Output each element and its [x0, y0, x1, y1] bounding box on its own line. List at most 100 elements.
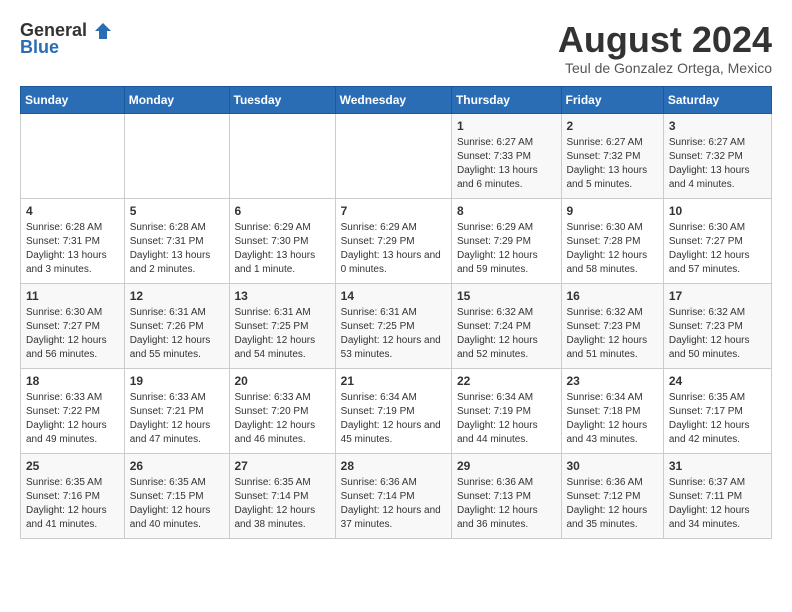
calendar-cell	[21, 113, 125, 198]
calendar-cell: 18Sunrise: 6:33 AM Sunset: 7:22 PM Dayli…	[21, 368, 125, 453]
day-info: Sunrise: 6:27 AM Sunset: 7:32 PM Dayligh…	[567, 136, 658, 192]
day-info: Sunrise: 6:29 AM Sunset: 7:29 PM Dayligh…	[457, 221, 556, 277]
calendar-week-3: 11Sunrise: 6:30 AM Sunset: 7:27 PM Dayli…	[21, 283, 772, 368]
calendar-cell: 28Sunrise: 6:36 AM Sunset: 7:14 PM Dayli…	[335, 453, 451, 538]
day-info: Sunrise: 6:33 AM Sunset: 7:21 PM Dayligh…	[130, 391, 224, 447]
calendar-cell: 20Sunrise: 6:33 AM Sunset: 7:20 PM Dayli…	[229, 368, 335, 453]
calendar-cell: 19Sunrise: 6:33 AM Sunset: 7:21 PM Dayli…	[124, 368, 229, 453]
calendar-week-2: 4Sunrise: 6:28 AM Sunset: 7:31 PM Daylig…	[21, 198, 772, 283]
calendar-cell: 3Sunrise: 6:27 AM Sunset: 7:32 PM Daylig…	[663, 113, 771, 198]
day-number: 28	[341, 458, 446, 475]
day-number: 9	[567, 203, 658, 220]
calendar-cell: 22Sunrise: 6:34 AM Sunset: 7:19 PM Dayli…	[451, 368, 561, 453]
day-number: 25	[26, 458, 119, 475]
day-number: 14	[341, 288, 446, 305]
day-info: Sunrise: 6:32 AM Sunset: 7:23 PM Dayligh…	[567, 306, 658, 362]
day-number: 29	[457, 458, 556, 475]
day-info: Sunrise: 6:29 AM Sunset: 7:29 PM Dayligh…	[341, 221, 446, 277]
calendar-cell: 23Sunrise: 6:34 AM Sunset: 7:18 PM Dayli…	[561, 368, 663, 453]
month-title: August 2024	[558, 20, 772, 60]
day-info: Sunrise: 6:27 AM Sunset: 7:32 PM Dayligh…	[669, 136, 766, 192]
col-saturday: Saturday	[663, 86, 771, 113]
day-number: 11	[26, 288, 119, 305]
calendar-cell: 16Sunrise: 6:32 AM Sunset: 7:23 PM Dayli…	[561, 283, 663, 368]
calendar-cell: 15Sunrise: 6:32 AM Sunset: 7:24 PM Dayli…	[451, 283, 561, 368]
calendar-cell: 8Sunrise: 6:29 AM Sunset: 7:29 PM Daylig…	[451, 198, 561, 283]
day-info: Sunrise: 6:35 AM Sunset: 7:14 PM Dayligh…	[235, 476, 330, 532]
day-number: 27	[235, 458, 330, 475]
day-info: Sunrise: 6:27 AM Sunset: 7:33 PM Dayligh…	[457, 136, 556, 192]
day-info: Sunrise: 6:34 AM Sunset: 7:18 PM Dayligh…	[567, 391, 658, 447]
day-info: Sunrise: 6:32 AM Sunset: 7:23 PM Dayligh…	[669, 306, 766, 362]
day-info: Sunrise: 6:31 AM Sunset: 7:25 PM Dayligh…	[341, 306, 446, 362]
day-info: Sunrise: 6:28 AM Sunset: 7:31 PM Dayligh…	[26, 221, 119, 277]
day-info: Sunrise: 6:29 AM Sunset: 7:30 PM Dayligh…	[235, 221, 330, 277]
calendar-cell: 30Sunrise: 6:36 AM Sunset: 7:12 PM Dayli…	[561, 453, 663, 538]
calendar-cell: 17Sunrise: 6:32 AM Sunset: 7:23 PM Dayli…	[663, 283, 771, 368]
day-number: 1	[457, 118, 556, 135]
calendar-week-5: 25Sunrise: 6:35 AM Sunset: 7:16 PM Dayli…	[21, 453, 772, 538]
calendar-cell: 11Sunrise: 6:30 AM Sunset: 7:27 PM Dayli…	[21, 283, 125, 368]
calendar-cell: 6Sunrise: 6:29 AM Sunset: 7:30 PM Daylig…	[229, 198, 335, 283]
day-info: Sunrise: 6:34 AM Sunset: 7:19 PM Dayligh…	[341, 391, 446, 447]
day-info: Sunrise: 6:30 AM Sunset: 7:27 PM Dayligh…	[669, 221, 766, 277]
day-number: 26	[130, 458, 224, 475]
calendar-cell: 27Sunrise: 6:35 AM Sunset: 7:14 PM Dayli…	[229, 453, 335, 538]
day-info: Sunrise: 6:35 AM Sunset: 7:16 PM Dayligh…	[26, 476, 119, 532]
day-number: 15	[457, 288, 556, 305]
day-number: 23	[567, 373, 658, 390]
day-info: Sunrise: 6:36 AM Sunset: 7:13 PM Dayligh…	[457, 476, 556, 532]
day-info: Sunrise: 6:37 AM Sunset: 7:11 PM Dayligh…	[669, 476, 766, 532]
day-number: 4	[26, 203, 119, 220]
day-number: 8	[457, 203, 556, 220]
col-thursday: Thursday	[451, 86, 561, 113]
col-wednesday: Wednesday	[335, 86, 451, 113]
day-number: 17	[669, 288, 766, 305]
calendar-cell: 26Sunrise: 6:35 AM Sunset: 7:15 PM Dayli…	[124, 453, 229, 538]
calendar-week-1: 1Sunrise: 6:27 AM Sunset: 7:33 PM Daylig…	[21, 113, 772, 198]
title-section: August 2024 Teul de Gonzalez Ortega, Mex…	[558, 20, 772, 76]
day-info: Sunrise: 6:30 AM Sunset: 7:28 PM Dayligh…	[567, 221, 658, 277]
calendar-cell: 14Sunrise: 6:31 AM Sunset: 7:25 PM Dayli…	[335, 283, 451, 368]
day-number: 3	[669, 118, 766, 135]
day-info: Sunrise: 6:32 AM Sunset: 7:24 PM Dayligh…	[457, 306, 556, 362]
col-monday: Monday	[124, 86, 229, 113]
calendar-cell: 12Sunrise: 6:31 AM Sunset: 7:26 PM Dayli…	[124, 283, 229, 368]
day-number: 7	[341, 203, 446, 220]
calendar-cell: 13Sunrise: 6:31 AM Sunset: 7:25 PM Dayli…	[229, 283, 335, 368]
day-info: Sunrise: 6:33 AM Sunset: 7:20 PM Dayligh…	[235, 391, 330, 447]
logo-icon	[93, 21, 113, 41]
day-number: 2	[567, 118, 658, 135]
calendar-week-4: 18Sunrise: 6:33 AM Sunset: 7:22 PM Dayli…	[21, 368, 772, 453]
day-info: Sunrise: 6:31 AM Sunset: 7:25 PM Dayligh…	[235, 306, 330, 362]
day-info: Sunrise: 6:28 AM Sunset: 7:31 PM Dayligh…	[130, 221, 224, 277]
day-number: 20	[235, 373, 330, 390]
calendar-cell: 4Sunrise: 6:28 AM Sunset: 7:31 PM Daylig…	[21, 198, 125, 283]
page-header: General Blue August 2024 Teul de Gonzale…	[20, 20, 772, 76]
calendar-cell: 29Sunrise: 6:36 AM Sunset: 7:13 PM Dayli…	[451, 453, 561, 538]
calendar-cell	[124, 113, 229, 198]
location-subtitle: Teul de Gonzalez Ortega, Mexico	[558, 60, 772, 76]
day-info: Sunrise: 6:35 AM Sunset: 7:17 PM Dayligh…	[669, 391, 766, 447]
logo-blue-text: Blue	[20, 37, 59, 58]
day-number: 21	[341, 373, 446, 390]
calendar-cell: 10Sunrise: 6:30 AM Sunset: 7:27 PM Dayli…	[663, 198, 771, 283]
calendar-cell	[335, 113, 451, 198]
calendar-cell: 24Sunrise: 6:35 AM Sunset: 7:17 PM Dayli…	[663, 368, 771, 453]
calendar-header: Sunday Monday Tuesday Wednesday Thursday…	[21, 86, 772, 113]
calendar-cell	[229, 113, 335, 198]
day-info: Sunrise: 6:31 AM Sunset: 7:26 PM Dayligh…	[130, 306, 224, 362]
day-info: Sunrise: 6:36 AM Sunset: 7:12 PM Dayligh…	[567, 476, 658, 532]
calendar-cell: 9Sunrise: 6:30 AM Sunset: 7:28 PM Daylig…	[561, 198, 663, 283]
day-info: Sunrise: 6:33 AM Sunset: 7:22 PM Dayligh…	[26, 391, 119, 447]
logo: General Blue	[20, 20, 113, 58]
calendar-cell: 31Sunrise: 6:37 AM Sunset: 7:11 PM Dayli…	[663, 453, 771, 538]
col-friday: Friday	[561, 86, 663, 113]
day-number: 5	[130, 203, 224, 220]
day-info: Sunrise: 6:30 AM Sunset: 7:27 PM Dayligh…	[26, 306, 119, 362]
day-number: 6	[235, 203, 330, 220]
calendar-cell: 21Sunrise: 6:34 AM Sunset: 7:19 PM Dayli…	[335, 368, 451, 453]
day-number: 24	[669, 373, 766, 390]
day-number: 31	[669, 458, 766, 475]
calendar-cell: 2Sunrise: 6:27 AM Sunset: 7:32 PM Daylig…	[561, 113, 663, 198]
